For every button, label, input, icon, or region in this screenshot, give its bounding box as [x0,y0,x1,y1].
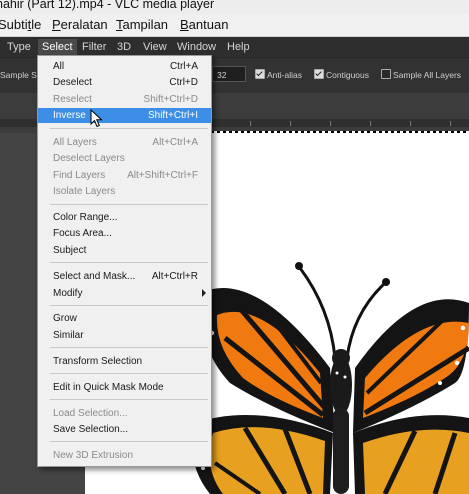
ps-menu-3d[interactable]: 3D [113,39,135,55]
menu-item-label: Reselect [53,94,92,105]
ruler-tick [450,121,451,126]
menu-item-transform-selection[interactable]: Transform Selection [38,354,211,369]
menu-item-label: Similar [53,330,84,341]
vlc-menu-subtitle[interactable]: Subtitle [0,17,41,32]
menu-separator [50,441,208,442]
vlc-menu-tools-mnemonic: P [52,17,61,32]
ps-menu-window[interactable]: Window [173,39,220,55]
menu-item-reselect: Reselect Shift+Ctrl+D [38,92,211,107]
ps-menu-select[interactable]: Select [38,39,77,55]
vlc-menu-tools[interactable]: Peralatan [52,17,108,32]
menu-item-label: All Layers [53,137,97,148]
menu-item-label: Color Range... [53,212,118,223]
menu-item-label: Modify [53,288,83,299]
vlc-menu-help[interactable]: Bantuan [180,17,228,32]
menu-item-new-3d-extrusion: New 3D Extrusion [38,448,211,463]
menu-item-label: Select and Mask... [53,271,136,282]
menu-item-load-selection: Load Selection... [38,406,211,421]
select-menu-dropdown: All Ctrl+A Deselect Ctrl+D Reselect Shift+C… [37,55,212,467]
sample-all-layers-label: Sample All Layers [393,70,462,80]
tolerance-input[interactable]: 32 [212,66,246,82]
vlc-title-bar: nahir (Part 12).mp4 - VLC media player [0,0,469,14]
ps-menu-filter[interactable]: Filter [78,39,110,55]
menu-item-save-selection[interactable]: Save Selection... [38,422,211,437]
vlc-menu-view-rest: ampilan [122,17,169,32]
ps-menu-type[interactable]: Type [3,39,35,55]
ruler-tick [370,121,371,126]
menu-item-shortcut: Alt+Ctrl+R [151,271,198,282]
menu-item-label: Inverse [53,110,86,121]
menu-item-quick-mask[interactable]: Edit in Quick Mask Mode [38,380,211,395]
menu-item-shortcut: Alt+Shift+Ctrl+F [127,170,198,181]
menu-item-label: Transform Selection [53,356,143,367]
menu-item-subject[interactable]: Subject [38,243,211,258]
menu-item-select-and-mask[interactable]: Select and Mask... Alt+Ctrl+R [38,269,211,284]
ruler-tick [330,121,331,126]
sample-all-layers-checkbox[interactable] [381,69,391,79]
anti-alias-label: Anti-alias [267,70,302,80]
menu-item-label: Deselect [53,77,92,88]
menu-separator [50,347,208,348]
menu-separator [50,399,208,400]
menu-item-similar[interactable]: Similar [38,328,211,343]
vlc-menu-tools-rest: eralatan [60,17,108,32]
menu-item-label: Deselect Layers [53,153,125,164]
menu-item-all-layers: All Layers Alt+Ctrl+A [38,135,211,150]
menu-item-label: All [53,61,65,72]
menu-separator [50,305,208,306]
menu-item-inverse[interactable]: Inverse Shift+Ctrl+I [38,108,211,123]
menu-item-label: Focus Area... [53,228,112,239]
menu-item-shortcut: Shift+Ctrl+I [147,110,198,121]
menu-item-label: Edit in Quick Mask Mode [53,382,164,393]
pointer-cursor-icon [90,109,103,128]
menu-item-label: Subject [53,245,87,256]
ruler-tick [250,121,251,126]
menu-item-label: New 3D Extrusion [53,450,134,461]
vlc-menu-view[interactable]: Tampilan [116,17,168,32]
menu-item-color-range[interactable]: Color Range... [38,210,211,225]
photoshop-menu-bar: Type Select Filter 3D View Window Help [0,37,469,57]
vlc-menu-subtitle-part2: le [31,17,42,32]
menu-item-modify[interactable]: Modify [38,286,211,301]
menu-item-isolate-layers: Isolate Layers [38,184,211,199]
window-title: nahir (Part 12).mp4 - VLC media player [0,0,215,11]
sample-size-label[interactable]: Sample S [0,70,37,80]
menu-item-label: Find Layers [53,170,106,181]
menu-item-grow[interactable]: Grow [38,311,211,326]
menu-item-deselect-layers: Deselect Layers [38,151,211,166]
ruler-tick [290,121,291,126]
menu-item-shortcut: Ctrl+D [169,77,198,88]
menu-item-label: Save Selection... [53,424,129,435]
menu-item-label: Grow [53,313,77,324]
menu-item-find-layers: Find Layers Alt+Shift+Ctrl+F [38,168,211,183]
vlc-menu-help-mnemonic: B [180,17,189,32]
ruler-tick [410,121,411,126]
menu-item-shortcut: Shift+Ctrl+D [143,94,198,105]
contiguous-checkbox[interactable] [314,69,324,79]
menu-separator [50,373,208,374]
vlc-menu-bar: Subtitle Peralatan Tampilan Bantuan [0,14,469,37]
menu-item-label: Load Selection... [53,408,128,419]
contiguous-label: Contiguous [326,70,370,80]
menu-item-shortcut: Alt+Ctrl+A [152,137,198,148]
menu-separator [50,204,208,205]
menu-item-shortcut: Ctrl+A [169,61,198,72]
menu-item-deselect[interactable]: Deselect Ctrl+D [38,75,211,90]
ps-menu-view[interactable]: View [139,39,171,55]
menu-item-label: Isolate Layers [53,186,116,197]
menu-item-focus-area[interactable]: Focus Area... [38,226,211,241]
ps-menu-help[interactable]: Help [223,39,254,55]
menu-separator [50,262,208,263]
menu-separator [50,128,208,129]
vlc-menu-subtitle-part1: Subti [0,17,28,32]
anti-alias-checkbox[interactable] [255,69,265,79]
submenu-arrow-icon [202,289,206,297]
menu-item-all[interactable]: All Ctrl+A [38,59,211,74]
vlc-menu-help-rest: antuan [188,17,229,32]
